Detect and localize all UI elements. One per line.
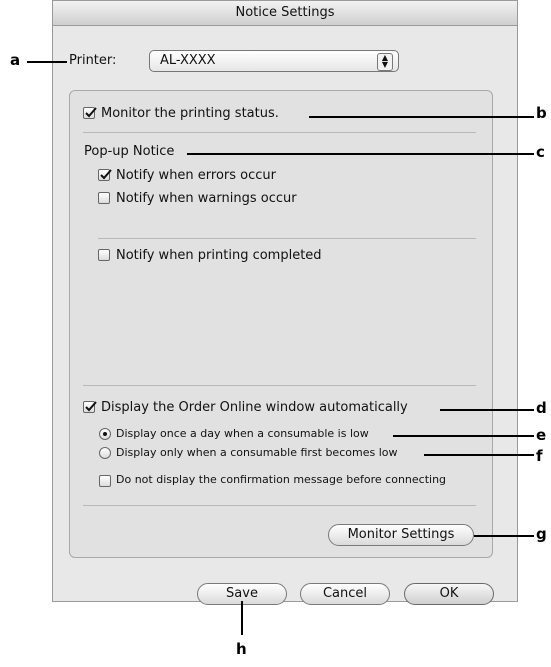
monitor-status-checkbox[interactable]: [83, 107, 97, 119]
checkmark-icon: [85, 107, 97, 118]
notify-warnings-checkbox[interactable]: [98, 192, 110, 204]
callout-line-d: [440, 409, 534, 411]
ok-button[interactable]: OK: [404, 583, 494, 605]
window-title: Notice Settings: [53, 1, 517, 26]
notify-warnings-label: Notify when warnings occur: [116, 191, 297, 206]
callout-d: d: [536, 399, 547, 417]
checkmark-icon: [100, 169, 112, 180]
callout-f: f: [536, 447, 543, 465]
monitor-settings-button[interactable]: Monitor Settings: [328, 524, 474, 546]
monitor-status-label: Monitor the printing status.: [101, 106, 279, 121]
callout-line-h: [241, 601, 243, 635]
callout-c: c: [536, 143, 545, 161]
printer-select-value: AL-XXXX: [160, 53, 216, 68]
radio-first-low-label: Display only when a consumable first bec…: [116, 446, 398, 459]
radio-first-low[interactable]: [99, 447, 111, 459]
separator: [98, 238, 476, 239]
notify-errors-checkbox[interactable]: [98, 169, 112, 181]
separator: [83, 505, 476, 506]
callout-line-f: [424, 454, 534, 456]
separator: [83, 132, 476, 133]
callout-line-e: [393, 435, 534, 437]
callout-g: g: [536, 525, 547, 543]
callout-line-g: [474, 535, 534, 537]
notify-completed-label: Notify when printing completed: [116, 248, 322, 263]
no-confirm-checkbox[interactable]: [99, 475, 111, 487]
notify-errors-label: Notify when errors occur: [116, 168, 277, 183]
order-online-label: Display the Order Online window automati…: [101, 400, 408, 415]
notify-completed-checkbox[interactable]: [98, 249, 110, 261]
printer-label: Printer:: [69, 53, 117, 68]
cancel-button[interactable]: Cancel: [300, 583, 390, 605]
select-arrows-icon: ▲ ▼: [377, 53, 393, 71]
order-online-checkbox[interactable]: [83, 401, 97, 413]
checkmark-icon: [85, 401, 97, 412]
callout-line-a: [27, 61, 67, 63]
callout-e: e: [536, 426, 547, 444]
separator: [83, 385, 476, 386]
radio-once-a-day[interactable]: [99, 428, 111, 440]
callout-line-b: [309, 116, 534, 118]
radio-once-a-day-label: Display once a day when a consumable is …: [116, 427, 369, 440]
callout-b: b: [536, 104, 547, 122]
radio-selected-dot: [103, 432, 107, 436]
popup-notice-heading: Pop-up Notice: [84, 144, 175, 159]
callout-h: h: [236, 640, 247, 658]
no-confirm-label: Do not display the confirmation message …: [116, 473, 447, 486]
printer-select[interactable]: AL-XXXX ▲ ▼: [149, 50, 399, 72]
callout-line-c: [187, 153, 534, 155]
callout-a: a: [10, 51, 21, 69]
notice-settings-group: [69, 90, 493, 558]
